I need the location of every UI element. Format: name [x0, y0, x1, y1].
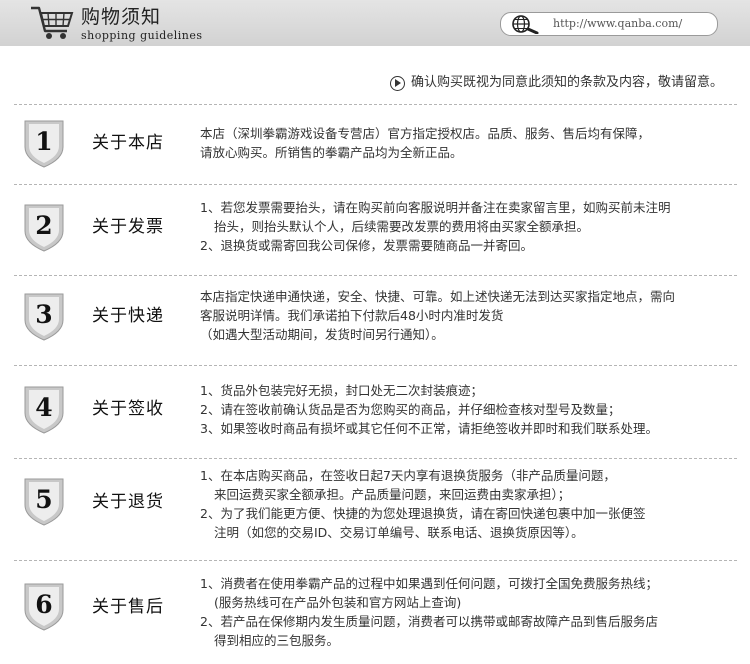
section-number: 3: [35, 300, 53, 329]
section-body: 1、在本店购买商品，在签收日起7天内享有退换货服务（非产品质量问题， 来回运费买…: [200, 466, 645, 542]
section-line: 1、在本店购买商品，在签收日起7天内享有退换货服务（非产品质量问题，: [200, 468, 616, 483]
section-number-badge: 2: [21, 203, 67, 253]
arrow-right-circle-icon: [389, 75, 405, 91]
section-line: 1、货品外包装完好无损，封口处无二次封装痕迹；: [200, 383, 483, 398]
section-line: （如遇大型活动期间，发货时间另行通知）。: [200, 327, 444, 342]
section-line: 1、消费者在使用拳霸产品的过程中如果遇到任何问题，可拨打全国免费服务热线；: [200, 576, 658, 591]
section-line: 客服说明详情。我们承诺拍下付款后48小时内准时发货: [200, 308, 504, 323]
section-line: 本店（深圳拳霸游戏设备专营店）官方指定授权店。品质、服务、售后均有保障，: [200, 126, 651, 141]
section-line: 抬头，则抬头默认个人，后续需要改发票的费用将由买家全额承担。: [214, 219, 590, 234]
site-url-link[interactable]: http://www.qanba.com/: [500, 12, 718, 36]
globe-search-icon: [512, 15, 539, 34]
page-subtitle: shopping guidelines: [81, 29, 203, 42]
section-body: 1、若您发票需要抬头，请在购买前向客服说明并备注在卖家留言里，如购买前未注明 抬…: [200, 198, 670, 255]
section-line: 2、为了我们能更方便、快捷的为您处理退换货，请在寄回快递包裹中加一张便签: [200, 506, 646, 521]
section-title: 关于本店: [92, 133, 164, 153]
section-about-delivery-receipt: 4 关于签收 1、货品外包装完好无损，封口处无二次封装痕迹； 2、请在签收前确认…: [0, 365, 750, 445]
section-number: 1: [35, 127, 53, 156]
section-about-after-sales: 6 关于售后 1、消费者在使用拳霸产品的过程中如果遇到任何问题，可拨打全国免费服…: [0, 560, 750, 648]
header-bar: 购物须知 shopping guidelines http://www.qanb…: [0, 0, 750, 46]
section-body: 1、货品外包装完好无损，封口处无二次封装痕迹； 2、请在签收前确认货品是否为您购…: [200, 381, 658, 438]
section-body: 本店指定快递申通快递，安全、快捷、可靠。如上述快递无法到达买家指定地点，需向 客…: [200, 287, 675, 344]
section-line: 2、退换货或需寄回我公司保修，发票需要随商品一并寄回。: [200, 238, 533, 253]
section-number: 6: [35, 590, 53, 619]
section-about-shipping: 3 关于快递 本店指定快递申通快递，安全、快捷、可靠。如上述快递无法到达买家指定…: [0, 275, 750, 355]
section-about-invoice: 2 关于发票 1、若您发票需要抬头，请在购买前向客服说明并备注在卖家留言里，如购…: [0, 184, 750, 264]
section-number-badge: 1: [21, 119, 67, 169]
section-number: 4: [35, 393, 53, 422]
notice-line: 确认购买既视为同意此须知的条款及内容，敬请留意。: [389, 74, 723, 92]
shopping-cart-icon: [31, 6, 74, 39]
section-line: 1、若您发票需要抬头，请在购买前向客服说明并备注在卖家留言里，如购买前未注明: [200, 200, 671, 215]
section-number-badge: 3: [21, 292, 67, 342]
section-line: 得到相应的三包服务。: [214, 633, 340, 648]
section-line: 请放心购买。所销售的拳霸产品均为全新正品。: [200, 145, 463, 160]
section-line: 本店指定快递申通快递，安全、快捷、可靠。如上述快递无法到达买家指定地点，需向: [200, 289, 676, 304]
section-body: 1、消费者在使用拳霸产品的过程中如果遇到任何问题，可拨打全国免费服务热线； (服…: [200, 574, 658, 650]
site-url: http://www.qanba.com/: [553, 17, 683, 30]
section-body: 本店（深圳拳霸游戏设备专营店）官方指定授权店。品质、服务、售后均有保障， 请放心…: [200, 124, 650, 162]
section-number-badge: 6: [21, 582, 67, 632]
section-title: 关于签收: [92, 399, 164, 419]
section-title: 关于退货: [92, 492, 164, 512]
section-number-badge: 4: [21, 385, 67, 435]
section-line: (服务热线可在产品外包装和官方网站上查询): [214, 595, 462, 610]
section-about-returns: 5 关于退货 1、在本店购买商品，在签收日起7天内享有退换货服务（非产品质量问题…: [0, 458, 750, 540]
section-line: 2、若产品在保修期内发生质量问题，消费者可以携带或邮寄故障产品到售后服务店: [200, 614, 658, 629]
section-title: 关于快递: [92, 306, 164, 326]
section-number: 5: [35, 485, 53, 514]
section-line: 来回运费买家全额承担。产品质量问题，来回运费由卖家承担）；: [214, 487, 571, 502]
section-title: 关于售后: [92, 597, 164, 617]
section-line: 2、请在签收前确认货品是否为您购买的商品，并仔细检查核对型号及数量；: [200, 402, 621, 417]
section-title: 关于发票: [92, 217, 164, 237]
notice-text: 确认购买既视为同意此须知的条款及内容，敬请留意。: [410, 75, 723, 90]
section-line: 注明（如您的交易ID、交易订单编号、联系电话、退换货原因等）。: [214, 525, 584, 540]
section-number: 2: [35, 211, 53, 240]
section-line: 3、如果签收时商品有损坏或其它任何不正常，请拒绝签收并即时和我们联系处理。: [200, 421, 658, 436]
section-about-store: 1 关于本店 本店（深圳拳霸游戏设备专营店）官方指定授权店。品质、服务、售后均有…: [0, 104, 750, 184]
page-title: 购物须知: [81, 6, 162, 28]
section-number-badge: 5: [21, 477, 67, 527]
